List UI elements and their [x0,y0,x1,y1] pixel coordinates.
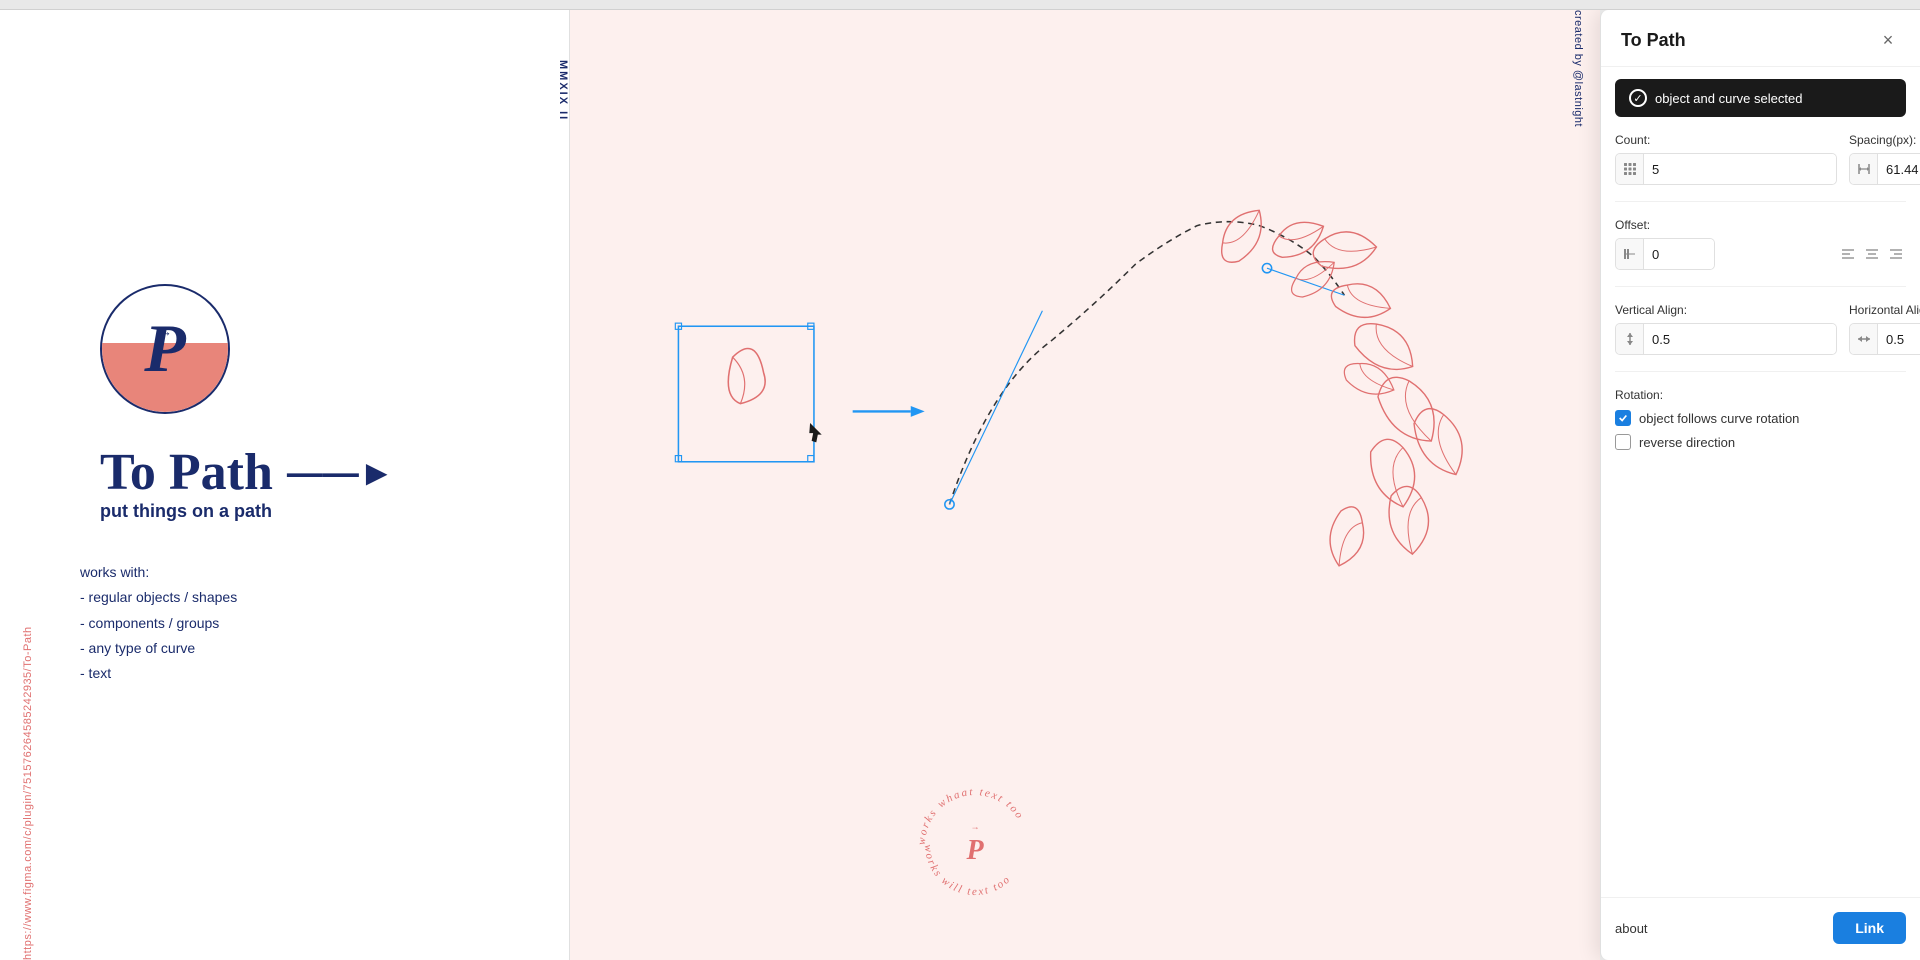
divider-1 [1615,201,1906,202]
follows-rotation-checkbox[interactable] [1615,410,1631,426]
works-item-1: - regular objects / shapes [80,585,237,610]
top-bar [0,0,1920,10]
panel-footer: about Link [1601,897,1920,960]
count-icon [1616,153,1644,185]
vertical-align-field: Vertical Align: [1615,303,1837,355]
panel-content: Count: [1601,117,1920,897]
url-sidebar: https://www.figma.com/c/plugin/751576264… [22,10,34,960]
spacing-label: Spacing(px): [1849,133,1920,147]
panel-title: To Path [1621,30,1686,51]
checkbox-row-1: object follows curve rotation [1615,410,1906,426]
offset-input[interactable] [1644,239,1715,269]
count-input[interactable] [1644,154,1836,184]
spacing-group: Spacing(px): [1849,133,1920,185]
logo-arrow-small: → [159,324,171,339]
offset-label: Offset: [1615,218,1906,232]
left-panel: https://www.figma.com/c/plugin/751576264… [0,10,570,960]
count-input-wrap [1615,153,1837,185]
about-link[interactable]: about [1615,921,1648,936]
align-right-icon[interactable] [1886,244,1906,264]
spacing-icon [1850,153,1878,185]
vertical-align-icon [1616,323,1644,355]
panel-header: To Path × [1601,10,1920,67]
plugin-title: To Path ——► [100,444,395,501]
horizontal-align-icon [1850,323,1878,355]
svg-text:P: P [965,835,984,866]
rotation-section: Rotation: object follows curve rotation … [1615,388,1906,450]
link-button[interactable]: Link [1833,912,1906,944]
offset-icon [1616,238,1644,270]
offset-input-row [1615,238,1906,270]
vertical-align-label: Vertical Align: [1615,303,1837,317]
follows-rotation-label: object follows curve rotation [1639,411,1799,426]
works-item-4: - text [80,661,237,686]
status-bar: ✓ object and curve selected [1615,79,1906,117]
spacing-input[interactable] [1878,154,1920,184]
checkbox-row-2: reverse direction [1615,434,1906,450]
title-arrow-icon: ——► [287,453,395,493]
close-button[interactable]: × [1876,28,1900,52]
works-item-2: - components / groups [80,611,237,636]
plugin-panel: To Path × ✓ object and curve selected Co… [1600,10,1920,960]
count-group: Count: [1615,133,1837,185]
divider-3 [1615,371,1906,372]
mmxix-label: MMXIX II [539,60,569,121]
count-spacing-row: Count: [1615,133,1906,185]
svg-text:→: → [971,821,980,831]
works-with-title: works with: [80,560,237,585]
horizontal-align-input-wrap [1849,323,1920,355]
title-area: To Path ——► put things on a path [100,444,395,550]
subtitle: put things on a path [100,501,395,522]
count-label: Count: [1615,133,1837,147]
created-by: created by @lastnight [1572,10,1584,960]
reverse-direction-label: reverse direction [1639,435,1735,450]
align-icons [1838,244,1906,264]
horizontal-align-input[interactable] [1878,324,1920,354]
main-area: https://www.figma.com/c/plugin/751576264… [0,10,1920,960]
circular-logo: works whaat text too works will text too… [910,780,1040,910]
divider-2 [1615,286,1906,287]
rotation-label: Rotation: [1615,388,1906,402]
status-check-icon: ✓ [1629,89,1647,107]
title-text: To Path [100,444,273,501]
logo-circle: → P [100,284,230,414]
vertical-align-input[interactable] [1644,324,1836,354]
horizontal-align-field: Horizontal Align [1849,303,1920,355]
reverse-direction-checkbox[interactable] [1615,434,1631,450]
logo-letter: P [144,309,186,388]
horizontal-align-label: Horizontal Align [1849,303,1920,317]
vertical-align-input-wrap [1615,323,1837,355]
align-left-icon[interactable] [1838,244,1858,264]
offset-row: Offset: [1615,218,1906,270]
status-text: object and curve selected [1655,91,1802,106]
offset-input-wrap [1615,238,1715,270]
canvas-svg [570,10,1600,960]
canvas-area: works whaat text too works will text too… [570,10,1600,960]
align-row: Vertical Align: Hori [1615,303,1906,355]
works-with: works with: - regular objects / shapes -… [80,560,237,686]
works-item-3: - any type of curve [80,636,237,661]
align-center-icon[interactable] [1862,244,1882,264]
spacing-input-wrap [1849,153,1920,185]
